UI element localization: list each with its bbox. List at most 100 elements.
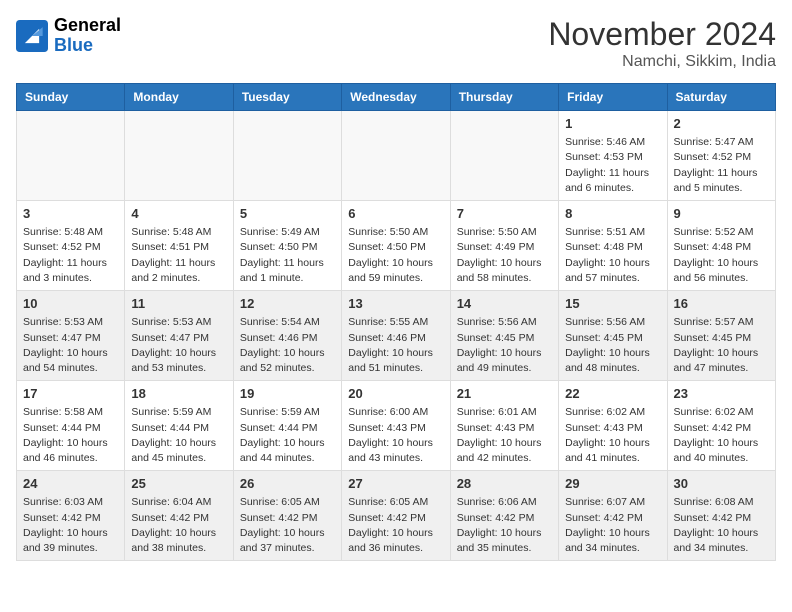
calendar-day-cell: 22 Sunrise: 6:02 AM Sunset: 4:43 PM Dayli… [559, 381, 667, 471]
day-number: 16 [674, 295, 769, 313]
day-number: 18 [131, 385, 226, 403]
calendar-day-cell [450, 111, 558, 201]
calendar-table: SundayMondayTuesdayWednesdayThursdayFrid… [16, 83, 776, 561]
day-number: 20 [348, 385, 443, 403]
day-info: Sunrise: 5:52 AM Sunset: 4:48 PM Dayligh… [674, 225, 769, 286]
day-number: 24 [23, 475, 118, 493]
calendar-day-cell: 29 Sunrise: 6:07 AM Sunset: 4:42 PM Dayli… [559, 471, 667, 561]
day-info: Sunrise: 6:07 AM Sunset: 4:42 PM Dayligh… [565, 495, 660, 556]
calendar-day-cell [233, 111, 341, 201]
day-info: Sunrise: 5:50 AM Sunset: 4:49 PM Dayligh… [457, 225, 552, 286]
calendar-day-cell: 27Sunrise: 6:05 AM Sunset: 4:42 PM Dayli… [342, 471, 450, 561]
calendar-day-cell: 3 Sunrise: 5:48 AM Sunset: 4:52 PM Daylig… [17, 201, 125, 291]
day-info: Sunrise: 6:02 AM Sunset: 4:42 PM Dayligh… [674, 405, 769, 466]
day-info: Sunrise: 6:05 AM Sunset: 4:42 PM Dayligh… [240, 495, 335, 556]
calendar-week-row: 17 Sunrise: 5:58 AM Sunset: 4:44 PM Dayli… [17, 381, 776, 471]
day-info: Sunrise: 5:58 AM Sunset: 4:44 PM Dayligh… [23, 405, 118, 466]
day-number: 4 [131, 205, 226, 223]
day-number: 23 [674, 385, 769, 403]
day-number: 25 [131, 475, 226, 493]
day-info: Sunrise: 6:03 AM Sunset: 4:42 PM Dayligh… [23, 495, 118, 556]
calendar-week-row: 24 Sunrise: 6:03 AM Sunset: 4:42 PM Dayli… [17, 471, 776, 561]
day-number: 19 [240, 385, 335, 403]
location: Namchi, Sikkim, India [548, 53, 776, 71]
day-info: Sunrise: 6:01 AM Sunset: 4:43 PM Dayligh… [457, 405, 552, 466]
day-number: 9 [674, 205, 769, 223]
calendar-day-cell: 11 Sunrise: 5:53 AM Sunset: 4:47 PM Dayli… [125, 291, 233, 381]
calendar-day-cell: 18 Sunrise: 5:59 AM Sunset: 4:44 PM Dayli… [125, 381, 233, 471]
day-info: Sunrise: 5:56 AM Sunset: 4:45 PM Dayligh… [565, 315, 660, 376]
calendar-day-cell: 26Sunrise: 6:05 AM Sunset: 4:42 PM Dayli… [233, 471, 341, 561]
day-number: 6 [348, 205, 443, 223]
calendar-day-cell: 8 Sunrise: 5:51 AM Sunset: 4:48 PM Daylig… [559, 201, 667, 291]
calendar-day-cell: 16 Sunrise: 5:57 AM Sunset: 4:45 PM Dayli… [667, 291, 775, 381]
day-number: 27 [348, 475, 443, 493]
day-info: Sunrise: 5:48 AM Sunset: 4:52 PM Dayligh… [23, 225, 118, 286]
title-block: November 2024 Namchi, Sikkim, India [548, 16, 776, 71]
day-number: 30 [674, 475, 769, 493]
day-info: Sunrise: 6:08 AM Sunset: 4:42 PM Dayligh… [674, 495, 769, 556]
day-number: 7 [457, 205, 552, 223]
page-header: General Blue November 2024 Namchi, Sikki… [16, 16, 776, 71]
day-info: Sunrise: 5:53 AM Sunset: 4:47 PM Dayligh… [23, 315, 118, 376]
weekday-header-wednesday: Wednesday [342, 84, 450, 111]
day-info: Sunrise: 5:49 AM Sunset: 4:50 PM Dayligh… [240, 225, 335, 286]
weekday-header-saturday: Saturday [667, 84, 775, 111]
weekday-header-thursday: Thursday [450, 84, 558, 111]
day-info: Sunrise: 6:00 AM Sunset: 4:43 PM Dayligh… [348, 405, 443, 466]
calendar-day-cell: 10 Sunrise: 5:53 AM Sunset: 4:47 PM Dayli… [17, 291, 125, 381]
calendar-day-cell: 20 Sunrise: 6:00 AM Sunset: 4:43 PM Dayli… [342, 381, 450, 471]
day-number: 2 [674, 115, 769, 133]
logo: General Blue [16, 16, 121, 56]
day-number: 11 [131, 295, 226, 313]
calendar-week-row: 10 Sunrise: 5:53 AM Sunset: 4:47 PM Dayli… [17, 291, 776, 381]
calendar-day-cell: 14Sunrise: 5:56 AM Sunset: 4:45 PM Dayli… [450, 291, 558, 381]
day-number: 5 [240, 205, 335, 223]
day-number: 13 [348, 295, 443, 313]
calendar-week-row: 3 Sunrise: 5:48 AM Sunset: 4:52 PM Daylig… [17, 201, 776, 291]
logo-icon [16, 20, 48, 52]
calendar-week-row: 1 Sunrise: 5:46 AM Sunset: 4:53 PM Daylig… [17, 111, 776, 201]
day-info: Sunrise: 5:59 AM Sunset: 4:44 PM Dayligh… [240, 405, 335, 466]
calendar-day-cell [17, 111, 125, 201]
calendar-day-cell: 28 Sunrise: 6:06 AM Sunset: 4:42 PM Dayli… [450, 471, 558, 561]
calendar-day-cell: 9 Sunrise: 5:52 AM Sunset: 4:48 PM Daylig… [667, 201, 775, 291]
calendar-day-cell: 7 Sunrise: 5:50 AM Sunset: 4:49 PM Daylig… [450, 201, 558, 291]
day-number: 22 [565, 385, 660, 403]
day-info: Sunrise: 5:55 AM Sunset: 4:46 PM Dayligh… [348, 315, 443, 376]
weekday-header-row: SundayMondayTuesdayWednesdayThursdayFrid… [17, 84, 776, 111]
calendar-day-cell: 6 Sunrise: 5:50 AM Sunset: 4:50 PM Daylig… [342, 201, 450, 291]
day-info: Sunrise: 5:48 AM Sunset: 4:51 PM Dayligh… [131, 225, 226, 286]
day-info: Sunrise: 5:53 AM Sunset: 4:47 PM Dayligh… [131, 315, 226, 376]
month-title: November 2024 [548, 16, 776, 53]
day-number: 3 [23, 205, 118, 223]
calendar-day-cell: 4 Sunrise: 5:48 AM Sunset: 4:51 PM Daylig… [125, 201, 233, 291]
calendar-day-cell: 23 Sunrise: 6:02 AM Sunset: 4:42 PM Dayli… [667, 381, 775, 471]
day-number: 21 [457, 385, 552, 403]
day-info: Sunrise: 5:59 AM Sunset: 4:44 PM Dayligh… [131, 405, 226, 466]
day-info: Sunrise: 5:57 AM Sunset: 4:45 PM Dayligh… [674, 315, 769, 376]
weekday-header-friday: Friday [559, 84, 667, 111]
weekday-header-monday: Monday [125, 84, 233, 111]
day-info: Sunrise: 6:02 AM Sunset: 4:43 PM Dayligh… [565, 405, 660, 466]
day-number: 8 [565, 205, 660, 223]
day-number: 15 [565, 295, 660, 313]
calendar-day-cell: 21 Sunrise: 6:01 AM Sunset: 4:43 PM Dayli… [450, 381, 558, 471]
calendar-day-cell: 25Sunrise: 6:04 AM Sunset: 4:42 PM Dayli… [125, 471, 233, 561]
calendar-day-cell: 19 Sunrise: 5:59 AM Sunset: 4:44 PM Dayli… [233, 381, 341, 471]
day-number: 28 [457, 475, 552, 493]
day-number: 10 [23, 295, 118, 313]
day-info: Sunrise: 5:50 AM Sunset: 4:50 PM Dayligh… [348, 225, 443, 286]
calendar-day-cell [125, 111, 233, 201]
day-number: 1 [565, 115, 660, 133]
day-info: Sunrise: 5:51 AM Sunset: 4:48 PM Dayligh… [565, 225, 660, 286]
day-number: 14 [457, 295, 552, 313]
calendar-day-cell: 30 Sunrise: 6:08 AM Sunset: 4:42 PM Dayli… [667, 471, 775, 561]
day-info: Sunrise: 5:46 AM Sunset: 4:53 PM Dayligh… [565, 135, 660, 196]
day-info: Sunrise: 5:54 AM Sunset: 4:46 PM Dayligh… [240, 315, 335, 376]
day-number: 29 [565, 475, 660, 493]
day-number: 17 [23, 385, 118, 403]
day-info: Sunrise: 6:06 AM Sunset: 4:42 PM Dayligh… [457, 495, 552, 556]
weekday-header-tuesday: Tuesday [233, 84, 341, 111]
calendar-day-cell: 1 Sunrise: 5:46 AM Sunset: 4:53 PM Daylig… [559, 111, 667, 201]
